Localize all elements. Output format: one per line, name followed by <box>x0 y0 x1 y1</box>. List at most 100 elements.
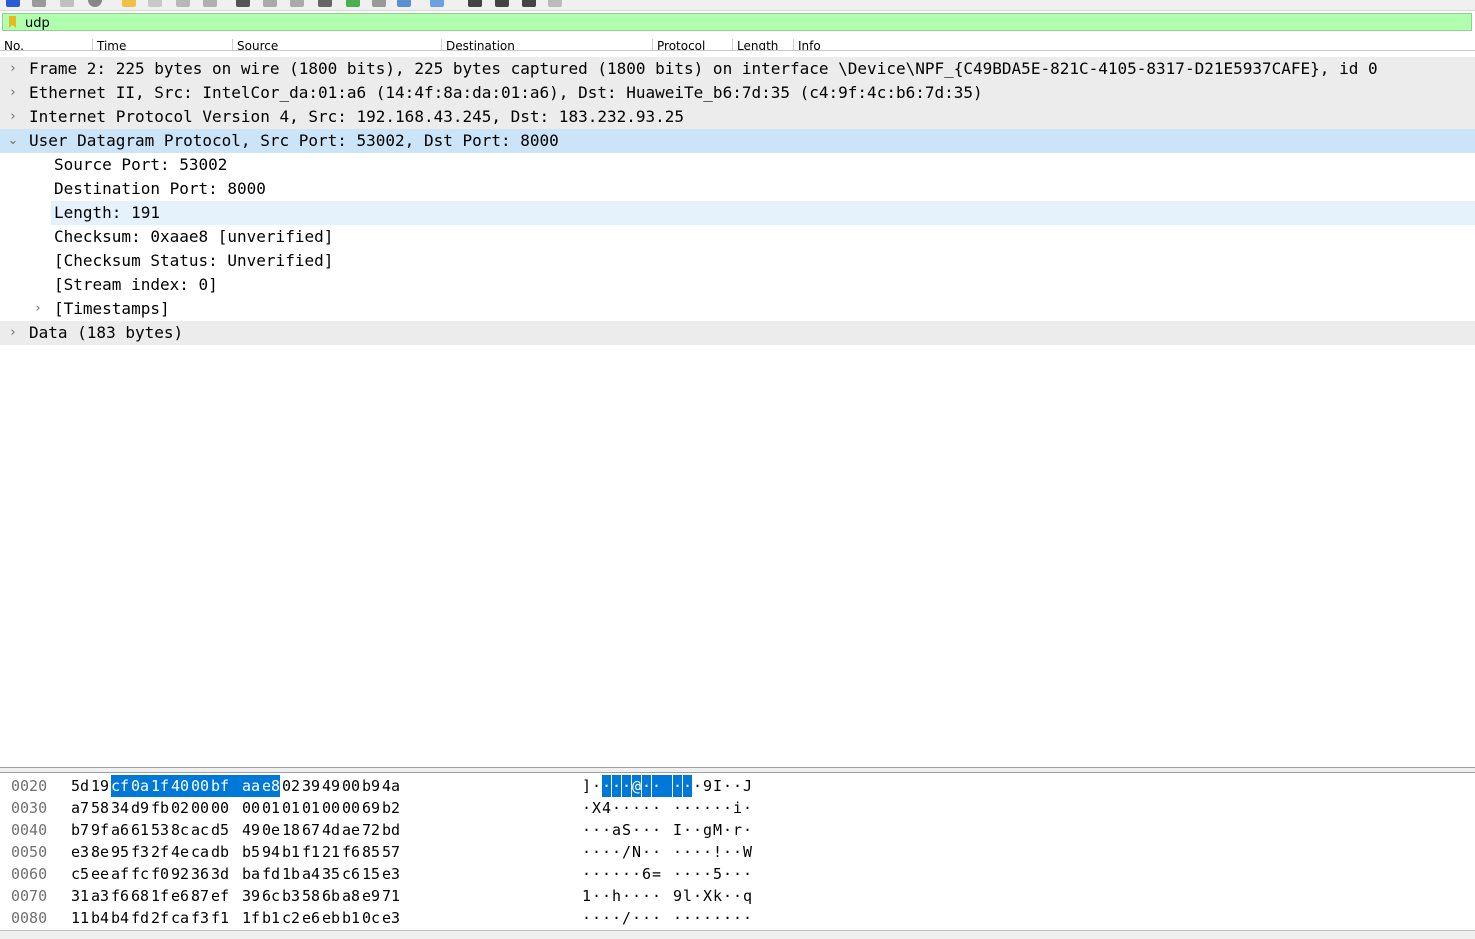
hex-byte[interactable]: db <box>211 841 229 863</box>
hex-byte[interactable]: 35 <box>322 863 340 885</box>
stop-capture-icon[interactable] <box>32 0 46 7</box>
hex-byte[interactable]: fd <box>131 907 149 929</box>
hex-byte[interactable]: 00 <box>242 797 260 819</box>
hex-byte[interactable]: eb <box>322 907 340 929</box>
ascii-char[interactable]: r <box>733 819 742 841</box>
ascii-char[interactable]: · <box>642 775 652 797</box>
ascii-char[interactable]: · <box>592 841 601 863</box>
hex-byte[interactable]: 61 <box>131 819 149 841</box>
hex-byte[interactable]: e3 <box>71 841 89 863</box>
ascii-char[interactable]: · <box>612 797 621 819</box>
ascii-char[interactable]: · <box>602 885 611 907</box>
save-file-icon[interactable] <box>148 0 162 7</box>
ascii-char[interactable]: · <box>733 907 742 929</box>
ascii-char[interactable]: a <box>612 819 621 841</box>
ascii-char[interactable]: · <box>652 775 673 797</box>
ascii-char[interactable]: 1 <box>582 885 591 907</box>
ascii-char[interactable]: · <box>592 863 601 885</box>
ascii-char[interactable]: X <box>592 797 601 819</box>
hex-byte[interactable]: 85 <box>362 841 380 863</box>
hex-byte[interactable]: b7 <box>71 819 89 841</box>
ascii-char[interactable]: · <box>622 885 631 907</box>
hex-byte[interactable]: 53 <box>151 819 169 841</box>
reload-file-icon[interactable] <box>203 0 217 7</box>
hex-byte[interactable]: f0 <box>151 863 169 885</box>
ascii-char[interactable]: W <box>743 841 752 863</box>
ascii-char[interactable]: · <box>743 797 752 819</box>
ascii-char[interactable]: · <box>723 885 732 907</box>
ascii-char[interactable]: · <box>582 797 591 819</box>
open-file-icon[interactable] <box>122 0 136 7</box>
hex-byte[interactable]: 72 <box>362 819 380 841</box>
hex-byte[interactable]: 31 <box>71 885 89 907</box>
column-header-protocol[interactable]: Protocol <box>653 39 733 50</box>
ascii-char[interactable]: · <box>652 819 661 841</box>
hex-byte[interactable]: 6c <box>262 885 280 907</box>
ascii-char[interactable]: · <box>703 797 712 819</box>
ascii-char[interactable]: · <box>622 863 631 885</box>
ascii-char[interactable]: · <box>582 907 591 929</box>
ascii-char[interactable]: · <box>642 885 651 907</box>
ascii-char[interactable]: · <box>642 907 651 929</box>
hex-byte[interactable]: f6 <box>342 841 360 863</box>
hex-byte[interactable]: 39 <box>302 775 320 797</box>
ascii-char[interactable]: q <box>743 885 752 907</box>
hex-byte[interactable]: 01 <box>302 797 320 819</box>
ascii-char[interactable]: · <box>652 797 661 819</box>
ascii-char[interactable]: · <box>632 863 641 885</box>
hex-byte[interactable]: fb <box>151 797 169 819</box>
ascii-char[interactable]: · <box>743 907 752 929</box>
hex-byte[interactable]: a8 <box>342 885 360 907</box>
tree-item-checksum-status[interactable]: [Checksum Status: Unverified] <box>0 249 1475 273</box>
ascii-char[interactable]: · <box>703 907 712 929</box>
hex-byte[interactable]: 9f <box>91 819 109 841</box>
hex-byte[interactable]: 19 <box>91 775 109 797</box>
hex-byte[interactable]: 49 <box>242 819 260 841</box>
hex-byte[interactable]: 18 <box>282 819 300 841</box>
ascii-char[interactable]: 9 <box>703 775 712 797</box>
ascii-char[interactable]: · <box>693 863 702 885</box>
ascii-char[interactable]: · <box>733 841 742 863</box>
hex-byte[interactable]: d9 <box>131 797 149 819</box>
hex-byte[interactable]: fc <box>131 863 149 885</box>
zoom-out-icon[interactable] <box>495 0 509 7</box>
ascii-char[interactable]: · <box>612 841 621 863</box>
ascii-char[interactable]: / <box>622 841 631 863</box>
ascii-char[interactable]: / <box>622 907 631 929</box>
hex-byte[interactable]: 1f <box>151 885 169 907</box>
ascii-char[interactable]: · <box>612 863 621 885</box>
ascii-char[interactable]: N <box>632 841 641 863</box>
hex-byte[interactable]: b1 <box>262 907 280 929</box>
ascii-char[interactable]: g <box>703 819 712 841</box>
hex-byte[interactable]: 00 <box>342 797 360 819</box>
zoom-in-icon[interactable] <box>468 0 482 7</box>
ascii-char[interactable]: · <box>693 885 702 907</box>
hex-byte[interactable]: 1b <box>282 863 300 885</box>
ascii-char[interactable]: · <box>723 841 732 863</box>
ascii-char[interactable]: 5 <box>713 863 722 885</box>
hex-byte[interactable]: 36 <box>191 863 209 885</box>
ascii-char[interactable]: k <box>713 885 722 907</box>
ascii-char[interactable]: · <box>743 819 752 841</box>
ascii-char[interactable]: i <box>733 797 742 819</box>
hex-byte[interactable]: 67 <box>302 819 320 841</box>
tree-item-source-port[interactable]: Source Port: 53002 <box>0 153 1475 177</box>
hex-byte[interactable]: d5 <box>211 819 229 841</box>
hex-byte[interactable]: b1 <box>282 841 300 863</box>
tree-item-checksum[interactable]: Checksum: 0xaae8 [unverified] <box>0 225 1475 249</box>
hex-byte[interactable]: 00 <box>322 797 340 819</box>
ascii-char[interactable]: · <box>602 907 611 929</box>
hex-byte[interactable]: 21 <box>322 841 340 863</box>
ascii-char[interactable]: · <box>582 841 591 863</box>
ascii-char[interactable]: · <box>592 819 601 841</box>
hex-byte[interactable]: a3 <box>91 885 109 907</box>
hex-byte[interactable]: 0a <box>131 775 152 797</box>
ascii-char[interactable]: · <box>723 819 732 841</box>
hex-byte[interactable]: 2f <box>151 907 169 929</box>
hex-byte[interactable]: b4 <box>111 907 129 929</box>
ascii-char[interactable]: · <box>602 819 611 841</box>
hex-byte[interactable]: 00 <box>191 797 209 819</box>
bytes-row[interactable]: 0060 c5 ee af fc f0 92 36 3d ba fd 1b a4 35 c6 15 e3 · · · ·… <box>0 863 1475 885</box>
ascii-char[interactable]: · <box>632 907 641 929</box>
tree-item-data[interactable]: › Data (183 bytes) <box>0 321 1475 345</box>
